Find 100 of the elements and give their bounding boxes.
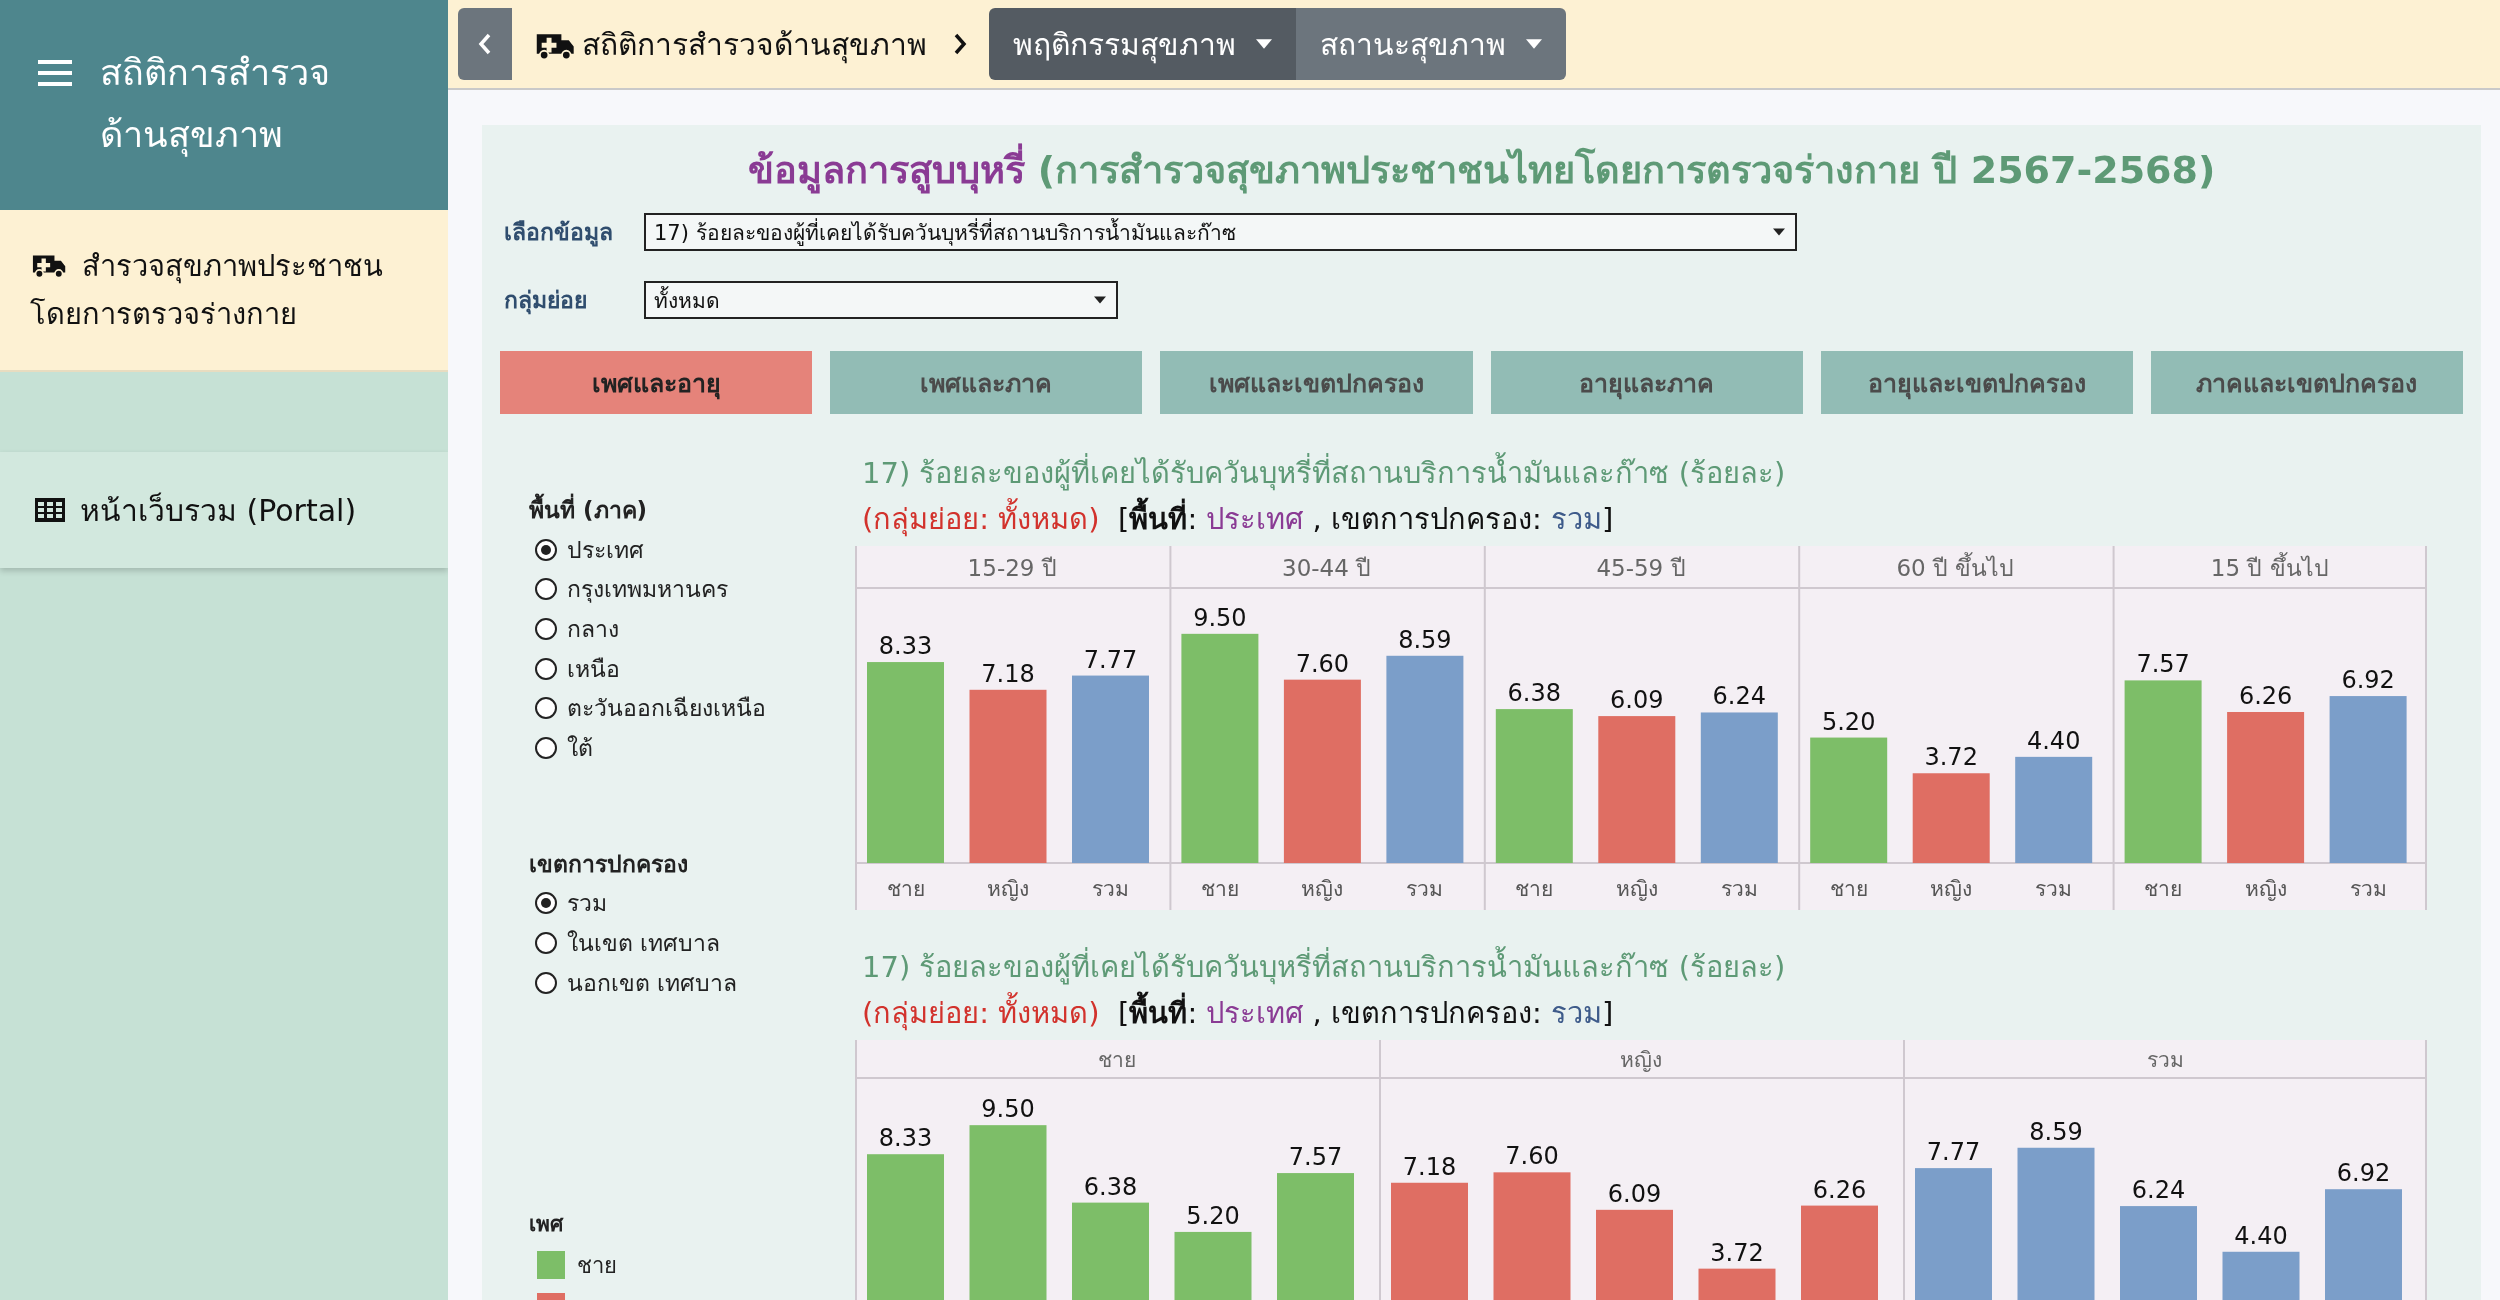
radio-label: ตะวันออกเฉียงเหนือ: [567, 694, 766, 724]
caret-icon: [1773, 228, 1785, 236]
value-label: 5.20: [1186, 1201, 1240, 1230]
chart-subtitle: (กลุ่มย่อย: ทั้งหมด) [พื้นที่: ประเทศ , เขตการปกครอง: รวม]: [862, 990, 2446, 1036]
legend-label: ชาย: [577, 1251, 617, 1280]
menu-icon[interactable]: [38, 58, 72, 88]
value-label: 8.59: [1398, 625, 1452, 654]
axis-label: หญิง: [1930, 876, 1973, 901]
radio-label: เหนือ: [567, 654, 620, 684]
value-label: 7.77: [1926, 1138, 1981, 1167]
value-label: 6.24: [2131, 1176, 2186, 1205]
axis-label: ชาย: [2144, 876, 2183, 901]
panel-header: ชาย: [1098, 1048, 1136, 1072]
value-label: 4.40: [2234, 1221, 2288, 1250]
radio-button[interactable]: [535, 578, 557, 601]
value-label: 9.50: [1193, 603, 1247, 632]
value-label: 6.38: [1507, 679, 1561, 708]
chevron-right-icon: [953, 33, 967, 55]
value-label: 6.38: [1083, 1172, 1138, 1201]
value-label: 6.09: [1607, 1179, 1662, 1208]
radio-label: ใต้: [567, 733, 593, 763]
value-label: 3.72: [1924, 743, 1978, 772]
axis-label: ชาย: [886, 876, 925, 901]
axis-label: ชาย: [1200, 876, 1239, 901]
panel-header: 15-29 ปี: [967, 555, 1057, 581]
axis-label: รวม: [1092, 876, 1129, 901]
chart-title: 17) ร้อยละของผู้ที่เคยได้รับควันบุหรี่ที่สถานบริการน้ำมันและก๊าซ (ร้อยละ): [862, 944, 2446, 990]
panel-header: 30-44 ปี: [1282, 555, 1372, 581]
value-label: 3.72: [1710, 1238, 1764, 1267]
panel-header: 45-59 ปี: [1596, 555, 1686, 581]
tab[interactable]: เพศและเขตปกครอง: [1160, 351, 1473, 414]
value-label: 6.26: [1812, 1175, 1867, 1204]
radio-button[interactable]: [535, 931, 557, 954]
value-label: 7.77: [1083, 645, 1138, 674]
value-label: 6.26: [2238, 682, 2293, 710]
radio-label: กรุงเทพมหานคร: [567, 575, 728, 605]
field-label: เลือกข้อมูล: [504, 218, 614, 249]
tab[interactable]: อายุและภาค: [1490, 351, 1803, 414]
sidebar-item[interactable]: หน้าเว็บรวม (Portal): [0, 452, 448, 568]
value-label: 7.18: [981, 659, 1035, 688]
radio-label: กลาง: [567, 615, 619, 644]
tab[interactable]: อายุและเขตปกครอง: [1820, 351, 2133, 414]
caret-icon: [1256, 39, 1272, 49]
panel-header: รวม: [2146, 1048, 2184, 1072]
value-label: 8.33: [878, 632, 933, 661]
chevron-left-icon: [478, 33, 492, 55]
legend-title: เพศ: [529, 1211, 565, 1239]
radio-label: ประเทศ: [567, 535, 644, 565]
axis-label: หญิง: [1301, 876, 1344, 901]
radio-label: รวม: [567, 889, 607, 919]
axis-label: หญิง: [1615, 876, 1658, 901]
tab[interactable]: เพศและอายุ: [500, 351, 813, 414]
radio-button[interactable]: [535, 697, 557, 720]
value-label: 6.92: [2336, 1159, 2391, 1188]
value-label: 5.20: [1822, 707, 1876, 736]
axis-label: รวม: [1720, 876, 1758, 901]
value-label: 4.40: [2027, 726, 2081, 755]
value-label: 6.09: [1610, 686, 1664, 715]
value-label: 6.24: [1712, 682, 1766, 711]
value-label: 6.92: [2341, 666, 2395, 695]
filter-title: เขตการปกครอง: [529, 849, 689, 879]
select-field[interactable]: ทั้งหมด: [644, 281, 1118, 319]
axis-label: ชาย: [1515, 876, 1554, 901]
menu-dropdown[interactable]: สถานะสุขภาพ: [1296, 8, 1566, 80]
menu-dropdown[interactable]: พฤติกรรมสุขภาพ: [989, 8, 1296, 80]
axis-label: รวม: [2349, 876, 2387, 901]
axis-label: หญิง: [987, 876, 1029, 901]
value-label: 7.60: [1505, 1142, 1559, 1171]
radio-button[interactable]: [535, 618, 557, 640]
caret-icon: [1526, 39, 1542, 49]
value-label: 7.18: [1402, 1152, 1457, 1181]
radio-label: นอกเขต เทศบาล: [567, 968, 738, 998]
axis-label: รวม: [2035, 876, 2073, 901]
radio-button[interactable]: [535, 971, 557, 994]
radio-button[interactable]: [535, 657, 557, 680]
radio-button[interactable]: [535, 736, 557, 759]
filter-title: พื้นที่ (ภาค): [529, 490, 855, 530]
radio-label: ในเขต เทศบาล: [567, 928, 721, 958]
radio-button[interactable]: [535, 538, 557, 561]
axis-label: รวม: [1406, 876, 1444, 901]
page-title: ข้อมูลการสูบบุหรี่ (การสำรวจสุขภาพประชาชนไทยโดยการตรวจร่างกาย ปี 2567-2568): [500, 145, 2463, 195]
radio-button[interactable]: [535, 892, 557, 915]
value-label: 9.50: [981, 1095, 1035, 1124]
caret-icon: [1094, 296, 1106, 304]
chart-title: 17) ร้อยละของผู้ที่เคยได้รับควันบุหรี่ที่สถานบริการน้ำมันและก๊าซ (ร้อยละ): [862, 450, 2446, 496]
sidebar-item[interactable]: สำรวจสุขภาพประชาชน โดยการตรวจร่างกาย: [0, 210, 448, 372]
field-label: กลุ่มย่อย: [504, 286, 588, 317]
tab[interactable]: ภาคและเขตปกครอง: [2150, 351, 2464, 414]
chart-subtitle: (กลุ่มย่อย: ทั้งหมด) [พื้นที่: ประเทศ , เขตการปกครอง: รวม]: [862, 496, 2446, 542]
breadcrumb-link[interactable]: สถิติการสำรวจด้านสุขภาพ: [582, 20, 927, 68]
value-label: 7.60: [1295, 649, 1350, 678]
app-title: สถิติการสำรวจ ด้านสุขภาพ: [100, 51, 330, 159]
table-icon: [34, 497, 66, 523]
select-field[interactable]: 17) ร้อยละของผู้ที่เคยได้รับควันบุหรี่ที่สถานบริการน้ำมันและก๊าซ: [644, 213, 1797, 251]
value-label: 8.33: [878, 1124, 933, 1153]
value-label: 8.59: [2029, 1117, 2083, 1146]
tab[interactable]: เพศและภาค: [830, 351, 1143, 414]
value-label: 7.57: [2136, 650, 2190, 679]
back-button[interactable]: [458, 8, 512, 80]
panel-header: หญิง: [1620, 1048, 1662, 1072]
